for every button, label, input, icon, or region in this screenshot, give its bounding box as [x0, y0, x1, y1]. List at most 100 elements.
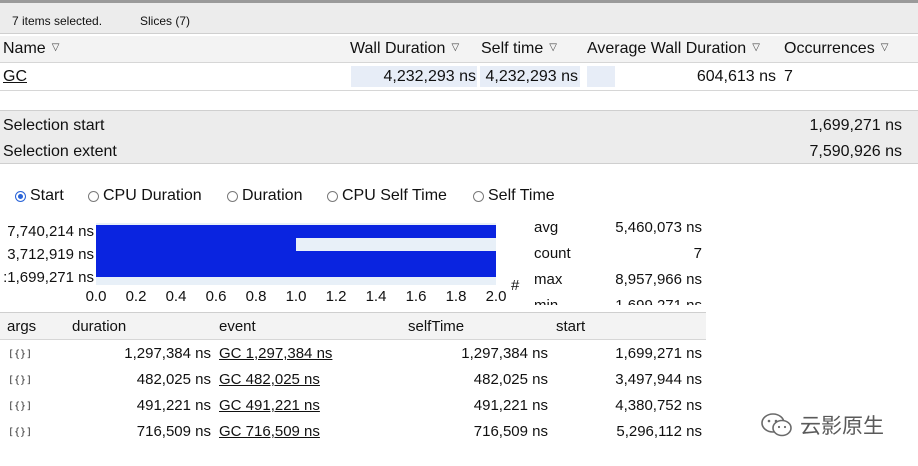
column-duration[interactable]: duration [72, 318, 126, 335]
column-selftime[interactable]: selfTime [408, 318, 464, 335]
watermark: 云影原生 [760, 410, 884, 440]
radio-empty-icon [88, 190, 99, 202]
x-tick-label: 2.0 [485, 288, 507, 305]
selection-start-label: Selection start [3, 117, 105, 134]
radio-cpu-self-time-label: CPU Self Time [342, 187, 447, 204]
histogram-bar [96, 225, 496, 238]
selection-count-label: 7 items selected. [12, 14, 103, 28]
avg-duration-highlight [587, 66, 615, 87]
column-occurrences[interactable]: Occurrences ▽ [784, 40, 888, 58]
x-tick-label: 1.2 [325, 288, 347, 305]
column-event[interactable]: event [219, 318, 256, 335]
wechat-icon [761, 413, 792, 437]
duration-value: 491,221 ns [136, 397, 211, 414]
args-value[interactable]: [{}] [8, 427, 32, 438]
wall-duration-value: 4,232,293 ns [383, 68, 476, 85]
radio-start-label: Start [30, 187, 64, 204]
column-args[interactable]: args [7, 318, 36, 335]
stat-max-label: max [534, 271, 563, 288]
table-row: [{}] 491,221 ns GC 491,221 ns 491,221 ns… [0, 394, 706, 420]
histogram-bar [96, 251, 496, 264]
sort-arrow-icon: ▽ [752, 42, 760, 53]
sort-arrow-icon: ▽ [549, 42, 557, 53]
radio-empty-icon [327, 190, 338, 202]
sort-arrow-icon: ▽ [51, 42, 60, 53]
selftime-value: 1,297,384 ns [461, 345, 548, 362]
radio-start[interactable]: Start [15, 187, 64, 205]
histogram-bar [96, 238, 296, 251]
sort-arrow-icon: ▽ [880, 42, 889, 53]
y-tick-label: :1,699,271 ns [3, 269, 94, 286]
start-value: 1,699,271 ns [615, 345, 702, 362]
radio-self-time[interactable]: Self Time [473, 187, 555, 205]
stat-min-value: 1,699,271 ns [615, 297, 702, 305]
args-value[interactable]: [{}] [8, 375, 32, 386]
watermark-text: 云影原生 [800, 415, 884, 438]
event-link[interactable]: GC 491,221 ns [219, 397, 320, 414]
stat-count-value: 7 [693, 245, 702, 262]
radio-duration-label: Duration [242, 187, 303, 204]
radio-empty-icon [473, 190, 484, 202]
y-tick-label: 7,740,214 ns [7, 223, 94, 240]
stat-avg-label: avg [534, 219, 559, 236]
selection-start-value: 1,699,271 ns [809, 117, 902, 134]
y-tick-label: 3,712,919 ns [7, 246, 94, 263]
table-row: [{}] 1,297,384 ns GC 1,297,384 ns 1,297,… [0, 342, 706, 368]
panel-tab-bar: 7 items selected. Slices (7) [0, 0, 918, 34]
duration-value: 482,025 ns [136, 371, 211, 388]
selection-info-panel: Selection start 1,699,271 ns Selection e… [0, 110, 918, 164]
x-tick-label: 1.8 [445, 288, 467, 305]
x-tick-label: 0.8 [245, 288, 267, 305]
selection-extent-value: 7,590,926 ns [809, 143, 902, 160]
radio-selected-icon [15, 190, 26, 202]
event-link[interactable]: GC 482,025 ns [219, 371, 320, 388]
average-wall-duration-value: 604,613 ns [696, 68, 776, 85]
selftime-value: 716,509 ns [473, 423, 548, 440]
stat-max-value: 8,957,966 ns [615, 271, 702, 288]
column-self-time[interactable]: Self time ▽ [481, 40, 557, 58]
start-value: 3,497,944 ns [615, 371, 702, 388]
x-axis-label: # [511, 277, 520, 294]
slice-name-link[interactable]: GC [3, 68, 27, 86]
table-row: [{}] 716,509 ns GC 716,509 ns 716,509 ns… [0, 420, 706, 446]
x-tick-label: 1.0 [285, 288, 307, 305]
sort-arrow-icon: ▽ [451, 42, 460, 53]
selftime-value: 491,221 ns [473, 397, 548, 414]
args-value[interactable]: [{}] [8, 401, 32, 412]
row-divider [0, 90, 918, 91]
x-tick-label: 0.4 [165, 288, 187, 305]
event-link[interactable]: GC 716,509 ns [219, 423, 320, 440]
histogram-bar [96, 264, 496, 277]
start-value: 5,296,112 ns [616, 423, 702, 440]
self-time-value: 4,232,293 ns [485, 68, 578, 85]
column-wall-duration[interactable]: Wall Duration ▽ [350, 40, 459, 58]
start-value: 4,380,752 ns [615, 397, 702, 414]
stat-count-label: count [534, 245, 571, 262]
args-value[interactable]: [{}] [8, 349, 32, 360]
selection-extent-label: Selection extent [3, 143, 117, 160]
duration-value: 1,297,384 ns [124, 345, 211, 362]
events-table-header: args duration event selfTime start [0, 312, 706, 340]
radio-cpu-self-time[interactable]: CPU Self Time [327, 187, 447, 205]
stat-avg-value: 5,460,073 ns [615, 219, 702, 236]
column-start[interactable]: start [556, 318, 585, 335]
radio-cpu-duration[interactable]: CPU Duration [88, 187, 202, 205]
column-name[interactable]: Name ▽ [3, 40, 59, 58]
x-tick-label: 0.2 [125, 288, 147, 305]
x-tick-label: 0.6 [205, 288, 227, 305]
occurrences-value: 7 [784, 68, 793, 85]
selftime-value: 482,025 ns [473, 371, 548, 388]
column-average-wall-duration[interactable]: Average Wall Duration ▽ [587, 40, 760, 58]
radio-cpu-duration-label: CPU Duration [103, 187, 202, 204]
table-row: [{}] 482,025 ns GC 482,025 ns 482,025 ns… [0, 368, 706, 394]
radio-duration[interactable]: Duration [227, 187, 302, 205]
event-link[interactable]: GC 1,297,384 ns [219, 345, 332, 362]
slices-table-header: Name ▽ Wall Duration ▽ Self time ▽ Average … [0, 36, 918, 63]
x-tick-label: 1.4 [365, 288, 387, 305]
histogram-plot-area [96, 223, 496, 285]
x-tick-label: 0.0 [85, 288, 107, 305]
tab-slices[interactable]: Slices (7) [140, 14, 190, 28]
radio-self-time-label: Self Time [488, 187, 555, 204]
stat-min-label: min [534, 297, 558, 305]
x-tick-label: 1.6 [405, 288, 427, 305]
